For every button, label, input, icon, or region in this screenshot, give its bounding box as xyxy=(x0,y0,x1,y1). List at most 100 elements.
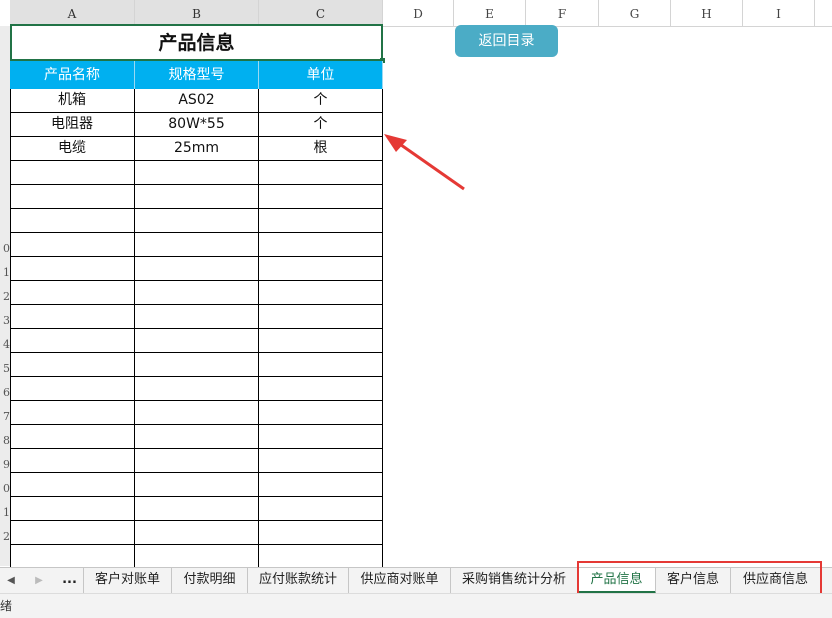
table-cell[interactable] xyxy=(135,329,259,353)
table-cell[interactable] xyxy=(10,353,135,377)
table-cell[interactable] xyxy=(10,425,135,449)
table-cell[interactable]: 个 xyxy=(259,113,383,137)
row-number[interactable]: 3 xyxy=(0,305,10,329)
table-cell[interactable] xyxy=(259,233,383,257)
table-cell[interactable]: 25mm xyxy=(135,137,259,161)
table-cell[interactable] xyxy=(259,329,383,353)
table-cell[interactable] xyxy=(135,521,259,545)
tab-product-info[interactable]: 产品信息 xyxy=(578,568,656,594)
row-number[interactable]: 7 xyxy=(0,401,10,425)
column-header-c[interactable]: C xyxy=(259,0,383,26)
row-number[interactable] xyxy=(0,137,10,161)
column-header-f[interactable]: F xyxy=(526,0,599,26)
column-header-d[interactable]: D xyxy=(383,0,454,26)
column-header-a[interactable]: A xyxy=(10,0,135,26)
row-number[interactable] xyxy=(0,89,10,113)
tab-overflow[interactable]: ... xyxy=(56,568,84,594)
table-cell[interactable] xyxy=(10,401,135,425)
table-cell[interactable] xyxy=(135,425,259,449)
table-cell[interactable] xyxy=(135,449,259,473)
row-number[interactable]: 5 xyxy=(0,353,10,377)
table-cell[interactable] xyxy=(135,305,259,329)
table-cell[interactable] xyxy=(135,209,259,233)
table-cell[interactable] xyxy=(135,257,259,281)
column-header-e[interactable]: E xyxy=(454,0,526,26)
tab-payables-stats[interactable]: 应付账款统计 xyxy=(248,568,349,594)
table-cell[interactable] xyxy=(10,161,135,185)
table-cell[interactable] xyxy=(10,185,135,209)
triangle-right-icon[interactable]: ▶ xyxy=(32,568,46,594)
tab-customer-statement[interactable]: 客户对账单 xyxy=(84,568,172,594)
table-cell[interactable] xyxy=(10,377,135,401)
row-number[interactable]: 2 xyxy=(0,521,10,545)
row-number[interactable] xyxy=(0,161,10,185)
table-cell[interactable] xyxy=(135,545,259,569)
table-cell[interactable] xyxy=(10,257,135,281)
table-cell[interactable]: 个 xyxy=(259,89,383,113)
table-cell[interactable] xyxy=(259,281,383,305)
table-cell[interactable] xyxy=(259,185,383,209)
table-cell[interactable] xyxy=(135,185,259,209)
column-header-h[interactable]: H xyxy=(671,0,743,26)
table-cell[interactable] xyxy=(259,497,383,521)
row-number[interactable]: 8 xyxy=(0,425,10,449)
tab-supplier-statement[interactable]: 供应商对账单 xyxy=(349,568,451,594)
header-unit[interactable]: 单位 xyxy=(259,61,383,89)
row-number[interactable]: 0 xyxy=(0,473,10,497)
row-number[interactable] xyxy=(0,209,10,233)
table-cell[interactable] xyxy=(10,281,135,305)
table-cell[interactable] xyxy=(259,401,383,425)
row-number[interactable]: 0 xyxy=(0,233,10,257)
tab-purchase-sales-analysis[interactable]: 采购销售统计分析 xyxy=(451,568,578,594)
table-cell[interactable] xyxy=(259,521,383,545)
row-number[interactable]: 9 xyxy=(0,449,10,473)
tab-customer-info[interactable]: 客户信息 xyxy=(656,568,731,594)
table-cell[interactable] xyxy=(259,377,383,401)
table-cell[interactable] xyxy=(10,473,135,497)
row-number[interactable] xyxy=(0,113,10,137)
table-cell[interactable] xyxy=(135,377,259,401)
tab-payment-details[interactable]: 付款明细 xyxy=(172,568,248,594)
table-cell[interactable] xyxy=(10,305,135,329)
table-cell[interactable] xyxy=(259,545,383,569)
table-cell[interactable] xyxy=(10,521,135,545)
row-number[interactable]: 6 xyxy=(0,377,10,401)
table-cell[interactable] xyxy=(259,425,383,449)
table-cell[interactable] xyxy=(135,497,259,521)
table-cell[interactable] xyxy=(259,209,383,233)
column-header-g[interactable]: G xyxy=(599,0,671,26)
table-cell[interactable]: AS02 xyxy=(135,89,259,113)
table-cell[interactable] xyxy=(259,449,383,473)
table-cell[interactable] xyxy=(259,305,383,329)
table-cell[interactable] xyxy=(135,161,259,185)
row-number[interactable]: 1 xyxy=(0,497,10,521)
column-header-b[interactable]: B xyxy=(135,0,259,26)
table-cell[interactable] xyxy=(10,497,135,521)
table-cell[interactable] xyxy=(259,353,383,377)
table-cell[interactable] xyxy=(259,257,383,281)
table-cell[interactable] xyxy=(135,353,259,377)
back-to-menu-button[interactable]: 返回目录 xyxy=(455,25,558,57)
header-spec-model[interactable]: 规格型号 xyxy=(135,61,259,89)
table-cell[interactable]: 电缆 xyxy=(10,137,135,161)
table-cell[interactable] xyxy=(10,233,135,257)
sheet-title-cell[interactable]: 产品信息 xyxy=(10,24,383,61)
tab-supplier-info[interactable]: 供应商信息 xyxy=(731,568,821,594)
table-cell[interactable] xyxy=(10,329,135,353)
table-cell[interactable] xyxy=(10,209,135,233)
table-cell[interactable] xyxy=(135,401,259,425)
table-cell[interactable]: 根 xyxy=(259,137,383,161)
table-cell[interactable] xyxy=(135,233,259,257)
triangle-left-icon[interactable]: ◀ xyxy=(4,568,18,594)
table-cell[interactable] xyxy=(10,449,135,473)
row-number[interactable] xyxy=(0,185,10,209)
table-cell[interactable] xyxy=(10,545,135,569)
column-header-i[interactable]: I xyxy=(743,0,815,26)
header-product-name[interactable]: 产品名称 xyxy=(10,61,135,89)
table-cell[interactable]: 机箱 xyxy=(10,89,135,113)
table-cell[interactable] xyxy=(135,473,259,497)
row-number[interactable]: 1 xyxy=(0,257,10,281)
table-cell[interactable] xyxy=(259,473,383,497)
table-cell[interactable]: 电阻器 xyxy=(10,113,135,137)
table-cell[interactable] xyxy=(135,281,259,305)
